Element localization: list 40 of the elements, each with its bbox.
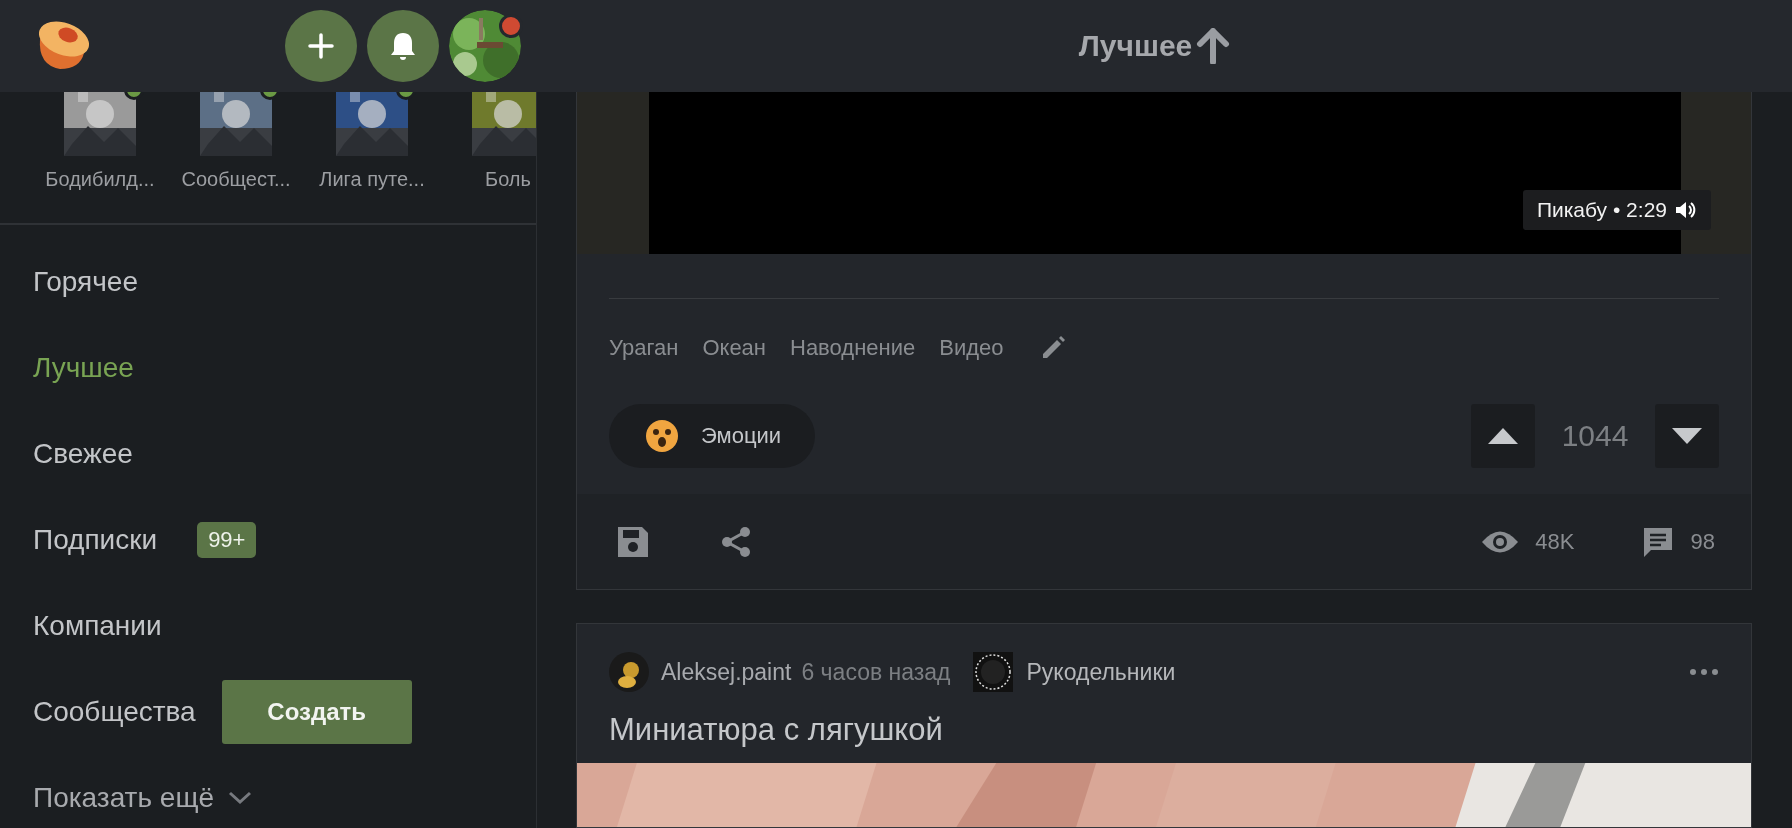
nav-link[interactable]: Свежее <box>33 438 133 470</box>
story-label[interactable]: Боль <box>485 168 531 191</box>
plus-icon <box>306 31 336 61</box>
arrow-up-icon[interactable] <box>1196 28 1231 64</box>
story-label[interactable]: Бодибилд... <box>45 168 155 191</box>
save-icon[interactable] <box>616 524 650 559</box>
emoji-icon <box>645 419 679 453</box>
rating: 1044 <box>1560 419 1630 453</box>
tag-link[interactable]: Видео <box>939 335 1004 361</box>
downvote-button[interactable] <box>1655 404 1719 468</box>
post-time: 6 часов назад <box>801 658 951 686</box>
speaker-icon[interactable] <box>1675 200 1697 220</box>
tag-link[interactable]: Наводнение <box>790 335 916 361</box>
comments-count: 98 <box>1690 528 1715 555</box>
community-link[interactable]: Рукодельники <box>1026 658 1176 686</box>
nav-link[interactable]: Подписки <box>33 524 158 556</box>
upvote-button[interactable] <box>1471 404 1535 468</box>
emotions-button[interactable]: Эмоции <box>609 404 816 468</box>
author-link[interactable]: Aleksej.paint <box>661 658 792 686</box>
page-title: Лучшее <box>1078 29 1193 63</box>
story-label[interactable]: Сообщест... <box>181 168 291 191</box>
story-label[interactable]: Лига путе... <box>319 168 425 191</box>
triangle-up-icon <box>1487 427 1519 445</box>
share-icon[interactable] <box>721 525 751 558</box>
more-icon[interactable] <box>1689 668 1719 676</box>
count-badge: 99+ <box>197 522 257 558</box>
triangle-down-icon <box>1671 427 1703 445</box>
nav-link[interactable]: Сообщества <box>33 696 196 728</box>
tag-link[interactable]: Ураган <box>609 335 679 361</box>
tag-link[interactable]: Океан <box>702 335 766 361</box>
show-more-link[interactable]: Показать ещё <box>33 782 214 814</box>
views-count: 48K <box>1535 528 1575 555</box>
nav-link[interactable]: Компании <box>33 610 162 642</box>
post-title[interactable]: Миниатюра с лягушкой <box>609 712 1719 760</box>
chevron-down-icon[interactable] <box>228 791 252 805</box>
nav-link[interactable]: Горячее <box>33 266 138 298</box>
nav-link[interactable]: Лучшее <box>33 352 134 384</box>
bell-icon <box>388 30 418 62</box>
create-button[interactable]: Создать <box>221 680 412 744</box>
video-caption: Пикабу • 2:29 <box>1536 198 1667 222</box>
